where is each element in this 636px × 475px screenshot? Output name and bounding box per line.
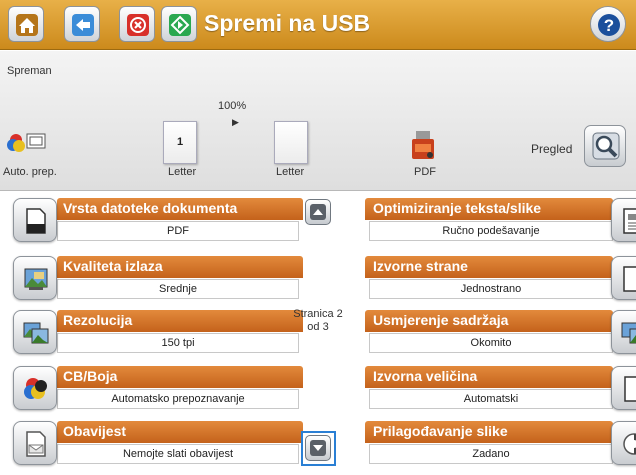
page1-size-label: Letter xyxy=(168,166,197,178)
preview-button[interactable] xyxy=(584,125,626,167)
output-quality-button[interactable] xyxy=(13,256,57,300)
scroll-up-button[interactable] xyxy=(305,199,331,225)
setting-image-adjustment[interactable]: Prilagođavanje slike Zadano xyxy=(365,421,636,467)
setting-label: Optimiziranje teksta/slike xyxy=(373,200,542,216)
zoom-arrow-icon[interactable]: ▶ xyxy=(232,117,239,128)
chevron-down-icon xyxy=(310,440,326,456)
start-icon xyxy=(169,14,191,36)
original-sides-button[interactable] xyxy=(611,256,636,300)
page2-size-label: Letter xyxy=(276,166,305,178)
scroll-down-button[interactable] xyxy=(305,435,331,461)
quality-image-icon xyxy=(24,268,48,290)
text-image-icon xyxy=(623,208,636,234)
magnifier-icon xyxy=(592,132,620,160)
single-sided-page-icon xyxy=(623,266,636,292)
setting-value: Okomito xyxy=(369,333,613,353)
contrast-icon xyxy=(623,433,636,455)
color-button[interactable] xyxy=(13,366,57,410)
setting-file-type[interactable]: Vrsta datoteke dokumenta PDF xyxy=(13,198,303,244)
setting-resolution[interactable]: Rezolucija 150 tpi xyxy=(13,310,303,356)
chevron-up-icon xyxy=(310,204,326,220)
file-type-button[interactable] xyxy=(13,198,57,242)
setting-label: Kvaliteta izlaza xyxy=(63,258,163,274)
page-thumbnail-1[interactable]: 1 xyxy=(163,121,197,164)
stop-button[interactable] xyxy=(119,6,155,42)
color-drop-icon xyxy=(7,133,46,152)
status-text: Spreman xyxy=(7,65,52,77)
notification-document-icon xyxy=(26,431,46,457)
setting-notification[interactable]: Obavijest Nemojte slati obavijest xyxy=(13,421,303,467)
setting-value: Jednostrano xyxy=(369,279,613,299)
setting-value: Automatsko prepoznavanje xyxy=(57,389,299,409)
home-icon xyxy=(16,14,38,36)
preview-label: Pregled xyxy=(531,142,573,156)
setting-label: Izvorne strane xyxy=(373,258,468,274)
document-icon xyxy=(26,208,46,234)
page-title: Spremi na USB xyxy=(204,10,371,36)
help-icon: ? xyxy=(598,14,620,36)
resolution-button[interactable] xyxy=(13,310,57,354)
setting-value: Srednje xyxy=(57,279,299,299)
auto-prep-label: Auto. prep. xyxy=(3,166,57,178)
setting-value: Ručno podešavanje xyxy=(369,221,613,241)
page-thumbnail-2[interactable] xyxy=(274,121,308,164)
page-number: 1 xyxy=(176,136,184,148)
setting-label: Izvorna veličina xyxy=(373,368,478,384)
setting-value: Zadano xyxy=(369,444,613,464)
start-button[interactable] xyxy=(161,6,197,42)
pdf-usb-icon xyxy=(412,131,434,159)
orientation-icon xyxy=(621,322,636,344)
page-indicator-line1: Stranica 2 xyxy=(293,308,343,320)
setting-original-size[interactable]: Izvorna veličina Automatski xyxy=(365,366,636,412)
setting-content-orientation[interactable]: Usmjerenje sadržaja Okomito xyxy=(365,310,636,356)
original-size-button[interactable] xyxy=(611,366,636,410)
stop-icon xyxy=(127,14,149,36)
orientation-button[interactable] xyxy=(611,310,636,354)
format-label: PDF xyxy=(414,166,436,178)
page-indicator-line2: od 3 xyxy=(307,321,329,333)
back-button[interactable] xyxy=(64,6,100,42)
setting-output-quality[interactable]: Kvaliteta izlaza Srednje xyxy=(13,256,303,302)
setting-value: PDF xyxy=(57,221,299,241)
image-adjustment-button[interactable] xyxy=(611,421,636,465)
setting-label: Rezolucija xyxy=(63,312,133,328)
notification-button[interactable] xyxy=(13,421,57,465)
setting-original-sides[interactable]: Izvorne strane Jednostrano xyxy=(365,256,636,302)
setting-value: Nemojte slati obavijest xyxy=(57,444,299,464)
optimize-button[interactable] xyxy=(611,198,636,242)
auto-prep-button[interactable] xyxy=(6,131,50,157)
help-button[interactable]: ? xyxy=(590,6,626,42)
setting-color[interactable]: CB/Boja Automatsko prepoznavanje xyxy=(13,366,303,412)
preview-panel: Spreman 100% ▶ Auto. prep. 1 Letter Lett… xyxy=(0,51,636,191)
setting-label: Usmjerenje sadržaja xyxy=(373,312,509,328)
setting-label: Vrsta datoteke dokumenta xyxy=(63,200,238,216)
setting-label: CB/Boja xyxy=(63,368,118,384)
home-button[interactable] xyxy=(8,6,44,42)
page-size-icon xyxy=(624,376,636,402)
setting-label: Obavijest xyxy=(63,423,127,439)
title-bar: Spremi na USB ? xyxy=(0,0,636,50)
setting-text-image-optimization[interactable]: Optimiziranje teksta/slike Ručno podešav… xyxy=(365,198,636,244)
zoom-level: 100% xyxy=(218,100,247,112)
setting-value: 150 tpi xyxy=(57,333,299,353)
color-circles-icon xyxy=(24,378,47,399)
back-icon xyxy=(72,14,94,36)
page-indicator: Stranica 2 od 3 xyxy=(276,308,360,334)
setting-label: Prilagođavanje slike xyxy=(373,423,508,439)
setting-value: Automatski xyxy=(369,389,613,409)
svg-text:?: ? xyxy=(604,16,614,35)
resolution-icon xyxy=(23,322,49,344)
